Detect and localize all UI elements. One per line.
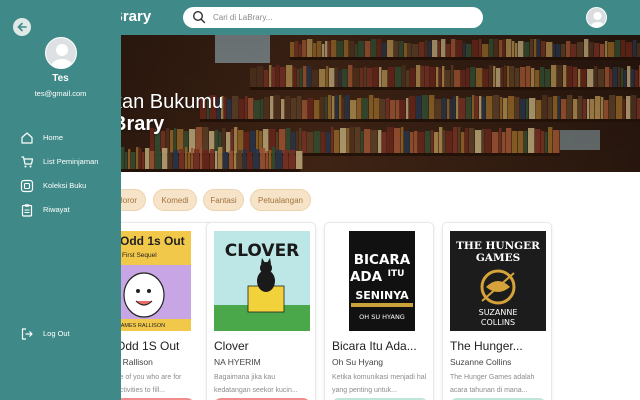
sidebar-item-home[interactable]: Home xyxy=(20,131,115,145)
book-cover[interactable]: THE HUNGER GAMES SUZANNE COLLINS xyxy=(450,231,546,331)
svg-text:THE HUNGER: THE HUNGER xyxy=(456,240,540,252)
chip-fantasi[interactable]: Fantasi xyxy=(203,189,244,211)
svg-text:SENINYA: SENINYA xyxy=(355,289,409,302)
chip-petualangan[interactable]: Petualangan xyxy=(250,189,311,211)
sidebar: Tes tes@gmail.com Home List Peminjaman K… xyxy=(0,0,121,400)
book-title: The Hunger... xyxy=(450,339,523,353)
book-author: Oh Su Hyang xyxy=(332,357,384,367)
book-card[interactable]: Odd 1s Out First Sequel JAMES RALLISON O… xyxy=(110,222,220,400)
sidebar-item-label: Home xyxy=(43,133,64,142)
book-author: NA HYERIM xyxy=(214,357,261,367)
chip-komedi[interactable]: Komedi xyxy=(153,189,197,211)
sidebar-item-riwayat[interactable]: Riwayat xyxy=(20,203,115,217)
sidebar-user-email: tes@gmail.com xyxy=(34,89,87,98)
sidebar-item-label: Riwayat xyxy=(43,205,70,214)
hero-title: kan Bukumu Brary xyxy=(112,91,223,135)
svg-text:First Sequel: First Sequel xyxy=(122,252,157,259)
sidebar-item-list-peminjaman[interactable]: List Peminjaman xyxy=(20,155,115,169)
svg-text:ITU: ITU xyxy=(388,269,405,279)
search-input[interactable] xyxy=(213,9,473,26)
arrow-left-icon xyxy=(17,22,27,32)
svg-text:JAMES RALLISON: JAMES RALLISON xyxy=(118,323,165,329)
svg-text:SUZANNE: SUZANNE xyxy=(479,308,518,317)
book-author: s Rallison xyxy=(116,357,153,367)
logout-icon xyxy=(21,328,33,340)
svg-text:GAMES: GAMES xyxy=(476,252,520,264)
cart-icon xyxy=(21,156,34,168)
book-author: Suzanne Collins xyxy=(450,357,512,367)
sidebar-item-label: Koleksi Buku xyxy=(43,181,87,190)
user-avatar-button[interactable] xyxy=(586,7,607,28)
sidebar-avatar xyxy=(45,37,77,69)
sidebar-user-name: Tes xyxy=(52,73,69,84)
home-icon xyxy=(21,132,33,144)
book-card[interactable]: BICARA ADA ITU SENINYA OH SU HYANG Bicar… xyxy=(324,222,434,400)
collection-icon xyxy=(20,179,34,193)
user-icon xyxy=(590,12,605,27)
hero-title-line1: kan Bukumu xyxy=(112,91,224,113)
logout-label: Log Out xyxy=(43,329,70,338)
book-description: Bagaimana jika kau kedatangan seekor kuc… xyxy=(214,374,298,394)
svg-text:ADA: ADA xyxy=(350,269,383,285)
book-card[interactable]: CLOVER Clover NA HYERIM Bagaimana jika k… xyxy=(206,222,316,400)
user-icon xyxy=(51,44,73,68)
book-description: Ketika komunikasi menjadi hal yang penti… xyxy=(332,374,427,394)
book-title: Bicara Itu Ada... xyxy=(332,339,417,353)
book-cover[interactable]: BICARA ADA ITU SENINYA OH SU HYANG xyxy=(332,231,428,331)
svg-text:BICARA: BICARA xyxy=(354,252,411,268)
sidebar-item-label: List Peminjaman xyxy=(43,157,99,166)
clipboard-icon xyxy=(21,204,33,217)
search-box[interactable] xyxy=(183,7,483,28)
book-title: Clover xyxy=(214,339,249,353)
book-cover[interactable]: CLOVER xyxy=(214,231,310,331)
book-description: The Hunger Games adalah acara tahunan di… xyxy=(450,374,535,394)
search-icon xyxy=(192,10,206,24)
svg-text:COLLINS: COLLINS xyxy=(481,318,515,327)
book-card[interactable]: THE HUNGER GAMES SUZANNE COLLINS The Hun… xyxy=(442,222,552,400)
hero-title-line2: Brary xyxy=(112,113,165,135)
sidebar-item-koleksi-buku[interactable]: Koleksi Buku xyxy=(20,179,115,193)
book-description: se of you who are for activities to fill… xyxy=(116,374,182,394)
book-title: Odd 1S Out xyxy=(116,339,180,353)
book-cover[interactable]: Odd 1s Out First Sequel JAMES RALLISON xyxy=(116,231,191,331)
svg-text:Odd 1s Out: Odd 1s Out xyxy=(120,234,185,248)
logout-button[interactable]: Log Out xyxy=(20,327,115,341)
svg-text:OH SU HYANG: OH SU HYANG xyxy=(359,313,405,321)
back-button[interactable] xyxy=(13,18,31,36)
